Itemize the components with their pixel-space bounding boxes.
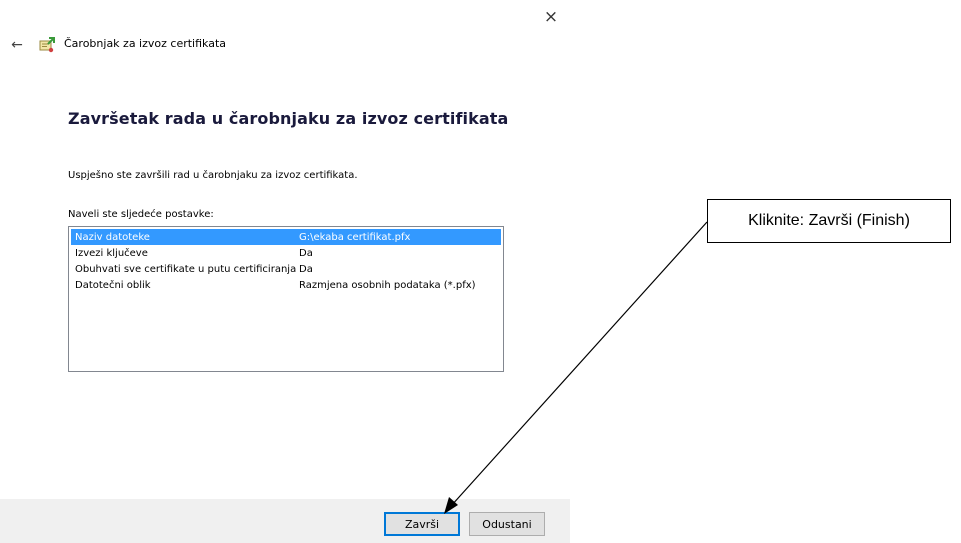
callout-pointer-arrow: [444, 221, 708, 514]
pointer-line: [450, 221, 708, 507]
arrowhead: [444, 497, 458, 514]
